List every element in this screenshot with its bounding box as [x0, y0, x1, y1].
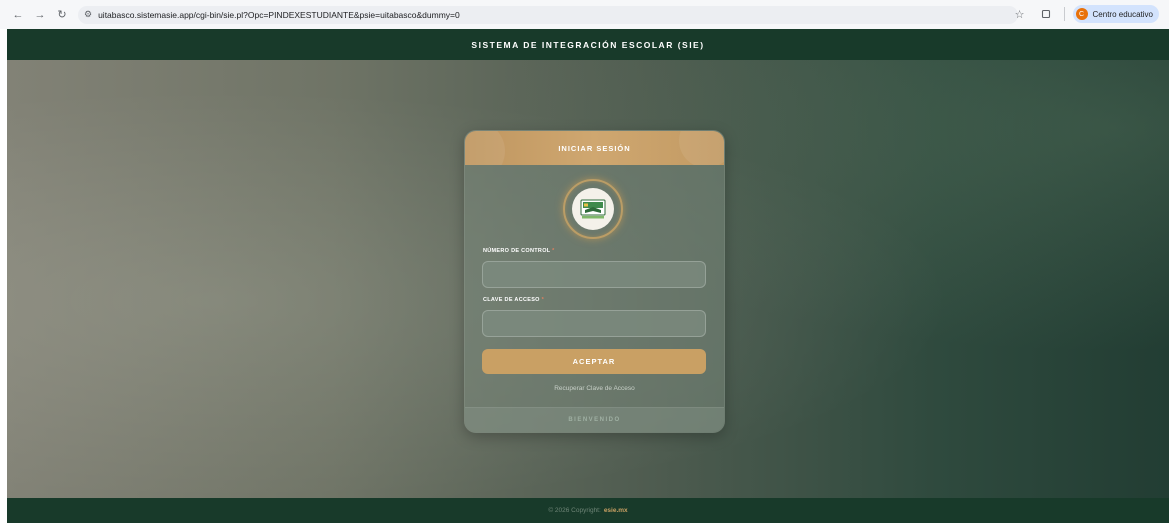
address-bar[interactable]: ⚙ uitabasco.sistemasie.app/cgi-bin/sie.p…: [78, 5, 1018, 24]
school-logo: [563, 179, 623, 239]
login-card-footer: BIENVENIDO: [465, 407, 724, 432]
required-mark: *: [541, 297, 545, 303]
back-arrow-icon[interactable]: ←: [10, 7, 26, 23]
site-title: SISTEMA DE INTEGRACIÓN ESCOLAR (SIE): [471, 39, 705, 50]
password-input[interactable]: [482, 310, 706, 337]
profile-avatar: C: [1075, 8, 1088, 20]
login-card-header: INICIAR SESIÓN: [465, 131, 724, 165]
profile-button[interactable]: C Centro educativo: [1072, 5, 1159, 23]
extensions-icon[interactable]: [1038, 6, 1054, 22]
welcome-text: BIENVENIDO: [568, 417, 621, 423]
school-logo-icon: [572, 188, 614, 230]
login-title: INICIAR SESIÓN: [558, 143, 631, 153]
toolbar-divider: [1063, 7, 1065, 21]
password-label-text: CLAVE DE ACCESO: [483, 297, 540, 303]
profile-label: Centro educativo: [1092, 9, 1153, 19]
copyright-text: © 2026 Copyright:: [548, 507, 601, 514]
reload-icon[interactable]: ↻: [54, 7, 70, 23]
top-header-bar: SISTEMA DE INTEGRACIÓN ESCOLAR (SIE): [7, 29, 1169, 60]
star-icon[interactable]: ☆: [1012, 6, 1028, 22]
footer-brand-link[interactable]: esie.mx: [604, 507, 628, 514]
login-card: INICIAR SESIÓN NÚMERO DE CONTROL * CLAVE…: [464, 130, 725, 433]
control-number-input[interactable]: [482, 261, 706, 288]
page-footer: © 2026 Copyright: esie.mx: [7, 498, 1169, 523]
page-background: SISTEMA DE INTEGRACIÓN ESCOLAR (SIE) INI…: [7, 29, 1169, 523]
control-number-label: NÚMERO DE CONTROL *: [483, 248, 555, 254]
tune-icon[interactable]: ⚙: [84, 9, 92, 20]
recover-password-link[interactable]: Recuperar Clave de Acceso: [465, 385, 724, 392]
forward-arrow-icon[interactable]: →: [32, 7, 48, 23]
control-number-label-text: NÚMERO DE CONTROL: [483, 248, 551, 254]
required-mark: *: [552, 248, 555, 254]
browser-toolbar: ← → ↻ ⚙ uitabasco.sistemasie.app/cgi-bin…: [0, 0, 1169, 29]
address-url: uitabasco.sistemasie.app/cgi-bin/sie.pl?…: [98, 9, 460, 20]
accept-button[interactable]: ACEPTAR: [482, 349, 706, 374]
browser-actions: ☆ C Centro educativo: [1012, 5, 1159, 23]
password-label: CLAVE DE ACCESO *: [483, 297, 544, 303]
